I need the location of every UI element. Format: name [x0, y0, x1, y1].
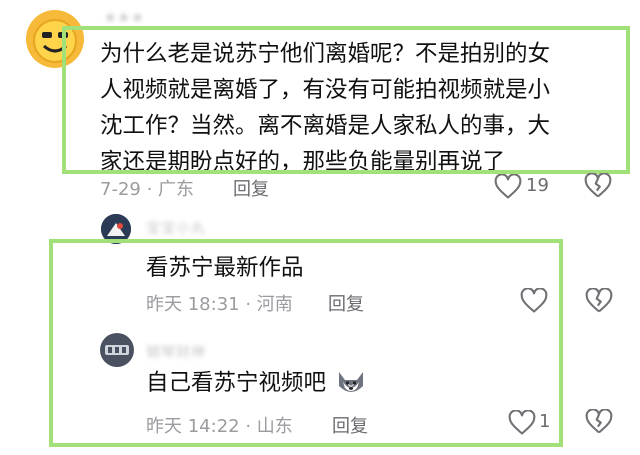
broken-heart-icon [584, 173, 612, 198]
like-count: 1 [539, 411, 551, 432]
comment-author[interactable]: ★★★ [104, 10, 145, 26]
reply-text: 自己看苏宁视频吧 [146, 365, 367, 401]
avatar[interactable] [100, 333, 134, 367]
like-button[interactable] [520, 288, 550, 316]
reply-author[interactable]: 宝宝小丸 [146, 218, 206, 238]
comment-meta: 7-29 · 广东 [100, 179, 195, 200]
broken-heart-icon [585, 409, 613, 434]
reply-button[interactable]: 回复 [332, 412, 368, 438]
like-button[interactable]: 19 [494, 173, 564, 201]
broken-heart-icon [585, 288, 613, 313]
highlight-box [62, 26, 630, 174]
dislike-button[interactable] [585, 409, 613, 437]
heart-icon [494, 174, 522, 199]
dislike-button[interactable] [584, 173, 612, 201]
reply-text: 看苏宁最新作品 [146, 255, 304, 281]
reply-button[interactable]: 回复 [328, 290, 364, 316]
heart-icon [520, 288, 548, 313]
like-button[interactable]: 1 [508, 409, 556, 437]
reply-meta: 昨天 14:22 · 山东 [146, 416, 293, 437]
reply-button[interactable]: 回复 [233, 175, 269, 201]
heart-icon [508, 410, 536, 435]
reply-meta: 昨天 18:31 · 河南 [146, 294, 293, 315]
reply-author[interactable]: 钢琴财神 [146, 342, 206, 362]
husky-emoji-icon [339, 372, 364, 392]
reply-text-content: 自己看苏宁视频吧 [146, 370, 327, 396]
like-count: 19 [526, 175, 549, 196]
dislike-button[interactable] [585, 288, 613, 316]
avatar-image-icon [100, 333, 134, 367]
